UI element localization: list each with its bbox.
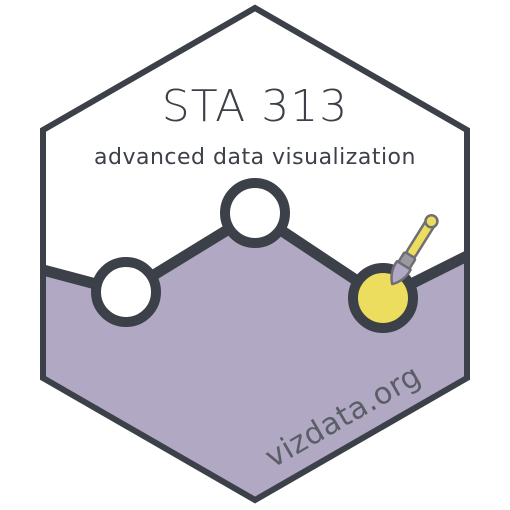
hex-sticker: STA 313 advanced data visualization vizd… [0,0,510,510]
hex-sticker-graphic: STA 313 advanced data visualization vizd… [40,4,470,504]
sticker-subtitle: advanced data visualization [94,145,416,170]
data-point-1 [91,257,161,327]
sticker-title: STA 313 [162,81,348,132]
data-point-2 [220,178,290,248]
